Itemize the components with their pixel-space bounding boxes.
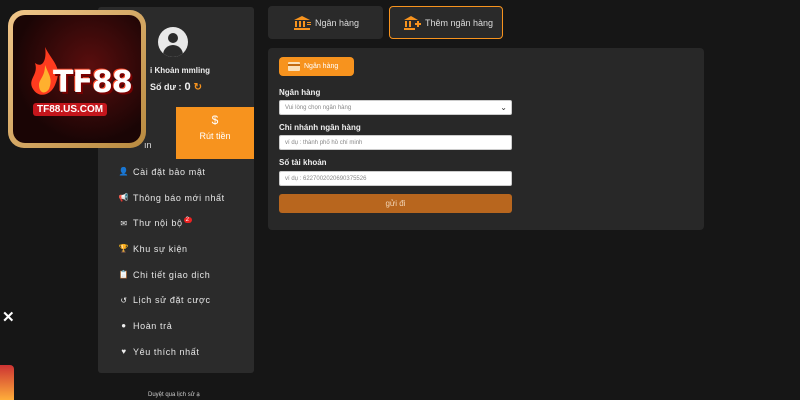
menu-item-announcements[interactable]: 📢 Thông báo mới nhất: [118, 185, 225, 211]
bank-chip[interactable]: Ngân hàng: [279, 57, 354, 76]
account-number-label: Số tài khoản: [279, 158, 327, 167]
bank-select[interactable]: Vui lòng chọn ngân hàng ⌄: [279, 100, 512, 115]
tab-add-bank[interactable]: Thêm ngân hàng: [389, 6, 503, 39]
envelope-icon: ✉: [120, 218, 128, 228]
avatar-icon: [158, 27, 188, 57]
logo-brand-text: TF88: [53, 65, 133, 100]
bank-add-icon: [404, 15, 421, 30]
menu-item-label: Cài đặt bảo mật: [133, 166, 206, 177]
menu-item-label: Lịch sử đặt cược: [133, 295, 211, 306]
menu-item-label: Thư nội bộ: [133, 218, 183, 229]
bank-select-value: Vui lòng chọn ngân hàng: [285, 104, 352, 111]
submit-button[interactable]: gửi đi: [279, 194, 512, 213]
menu-item-label: Thông báo mới nhất: [133, 192, 225, 203]
footer-text: Duyệt qua lịch sử ạ: [148, 392, 200, 398]
tab-add-bank-label: Thêm ngân hàng: [425, 17, 494, 28]
balance-value: 0: [184, 81, 191, 93]
account-name: i Khoản mmling: [150, 66, 210, 75]
balance-label: Số dư :: [150, 82, 182, 92]
user-gear-icon: 👤: [118, 167, 130, 177]
tab-bank[interactable]: Ngân hàng: [268, 6, 383, 39]
unread-badge: 2: [183, 217, 192, 224]
menu-item-inbox[interactable]: ✉ Thư nội bộ 2: [118, 210, 225, 236]
refresh-icon[interactable]: ↻: [194, 82, 202, 93]
withdraw-tab[interactable]: $ Rút tiền: [176, 107, 254, 159]
card-icon: [288, 62, 300, 71]
menu-item-label: Hoàn trả: [133, 320, 173, 331]
brand-logo[interactable]: TF88 TF88.US.COM: [8, 10, 146, 148]
menu-item-favorites[interactable]: ♥ Yêu thích nhất: [118, 339, 225, 365]
tab-bank-label: Ngân hàng: [315, 17, 360, 28]
menu-item-label: Yêu thích nhất: [133, 346, 200, 357]
bank-form-panel: Ngân hàng Ngân hàng Vui lòng chọn ngân h…: [268, 48, 704, 230]
menu-item-label: Chi tiết giao dịch: [133, 269, 211, 280]
balance-row: Số dư :0 ↻: [150, 81, 202, 93]
account-number-placeholder: ví dụ : 6227002020690375526: [285, 175, 367, 182]
deposit-tab-label: ın: [144, 140, 152, 150]
heart-icon: ♥: [121, 347, 127, 357]
bank-icon: [294, 15, 311, 30]
logo-url-text: TF88.US.COM: [33, 103, 108, 116]
history-icon: ↺: [120, 295, 128, 305]
megaphone-icon: 📢: [118, 193, 130, 203]
trophy-icon: 🏆: [118, 244, 130, 254]
branch-label: Chi nhánh ngân hàng: [279, 123, 361, 132]
clipboard-icon: 📋: [118, 270, 130, 280]
corner-badge-icon[interactable]: [0, 365, 14, 400]
menu-item-rebate[interactable]: ● Hoàn trả: [118, 313, 225, 339]
bank-select-label: Ngân hàng: [279, 88, 321, 97]
chevron-down-icon: ⌄: [500, 103, 507, 112]
menu-item-security[interactable]: 👤 Cài đặt bảo mật: [118, 159, 225, 185]
bank-chip-label: Ngân hàng: [304, 63, 339, 70]
account-number-input[interactable]: ví dụ : 6227002020690375526: [279, 171, 512, 186]
menu-item-label: Khu sự kiện: [133, 243, 188, 254]
menu-item-bet-history[interactable]: ↺ Lịch sử đặt cược: [118, 287, 225, 313]
branch-placeholder: ví dụ : thành phố hồ chí minh: [285, 139, 363, 146]
account-menu: 👤 Cài đặt bảo mật 📢 Thông báo mới nhất ✉ Th…: [118, 159, 225, 365]
dollar-icon: $: [211, 113, 219, 127]
close-icon[interactable]: ✕: [2, 308, 15, 326]
branch-input[interactable]: ví dụ : thành phố hồ chí minh: [279, 135, 512, 150]
menu-item-events[interactable]: 🏆 Khu sự kiện: [118, 236, 225, 262]
withdraw-label: Rút tiền: [199, 131, 231, 141]
menu-item-transactions[interactable]: 📋 Chi tiết giao dịch: [118, 262, 225, 288]
dollar-circle-icon: ●: [121, 321, 127, 331]
